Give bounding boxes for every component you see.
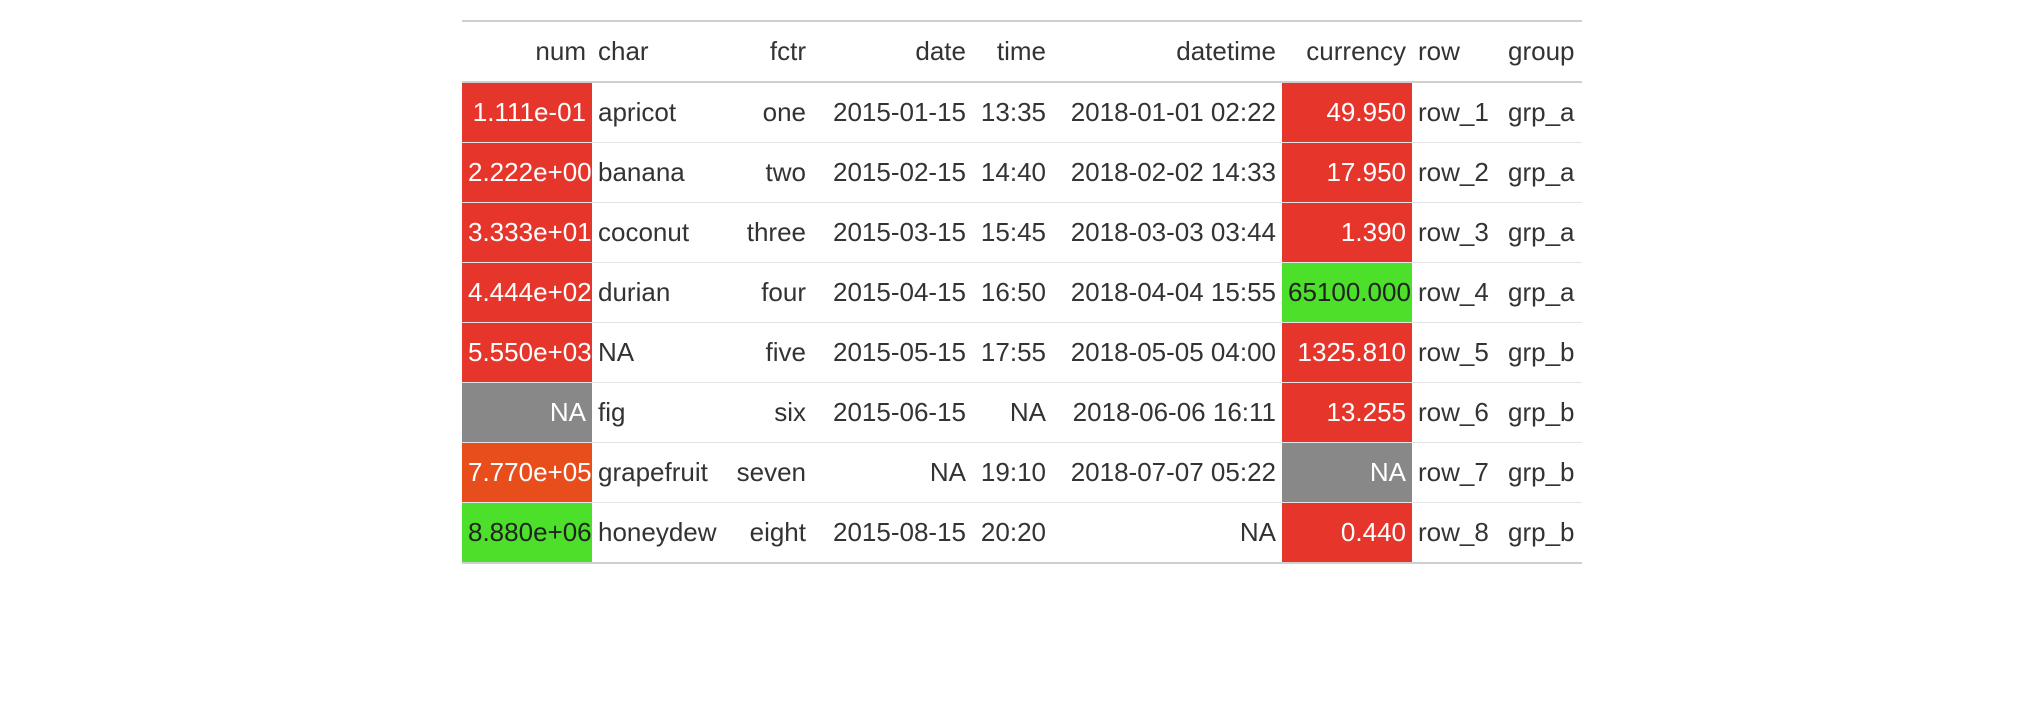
col-header-date: date xyxy=(812,21,972,82)
cell-group: grp_b xyxy=(1502,383,1582,443)
cell-row: row_7 xyxy=(1412,443,1502,503)
cell-datetime: 2018-02-02 14:33 xyxy=(1052,143,1282,203)
cell-datetime: 2018-03-03 03:44 xyxy=(1052,203,1282,263)
cell-row: row_5 xyxy=(1412,323,1502,383)
table-row: 4.444e+02durianfour2015-04-1516:502018-0… xyxy=(462,263,1582,323)
table-row: 7.770e+05grapefruitsevenNA19:102018-07-0… xyxy=(462,443,1582,503)
cell-date: 2015-03-15 xyxy=(812,203,972,263)
cell-datetime: 2018-01-01 02:22 xyxy=(1052,82,1282,143)
cell-char: fig xyxy=(592,383,722,443)
cell-fctr: six xyxy=(722,383,812,443)
table-body: 1.111e-01apricotone2015-01-1513:352018-0… xyxy=(462,82,1582,563)
cell-time: 19:10 xyxy=(972,443,1052,503)
cell-time: 17:55 xyxy=(972,323,1052,383)
cell-time: 15:45 xyxy=(972,203,1052,263)
cell-fctr: three xyxy=(722,203,812,263)
col-header-currency: currency xyxy=(1282,21,1412,82)
cell-date: 2015-02-15 xyxy=(812,143,972,203)
cell-char: honeydew xyxy=(592,503,722,564)
cell-group: grp_b xyxy=(1502,443,1582,503)
cell-row: row_1 xyxy=(1412,82,1502,143)
cell-char: durian xyxy=(592,263,722,323)
cell-char: banana xyxy=(592,143,722,203)
cell-currency: 13.255 xyxy=(1282,383,1412,443)
cell-row: row_2 xyxy=(1412,143,1502,203)
table-row: NAfigsix2015-06-15NA2018-06-06 16:1113.2… xyxy=(462,383,1582,443)
cell-char: NA xyxy=(592,323,722,383)
cell-currency: 49.950 xyxy=(1282,82,1412,143)
cell-num: 5.550e+03 xyxy=(462,323,592,383)
cell-num: 1.111e-01 xyxy=(462,82,592,143)
cell-fctr: two xyxy=(722,143,812,203)
table-row: 1.111e-01apricotone2015-01-1513:352018-0… xyxy=(462,82,1582,143)
cell-datetime: 2018-07-07 05:22 xyxy=(1052,443,1282,503)
cell-datetime: 2018-05-05 04:00 xyxy=(1052,323,1282,383)
cell-num: NA xyxy=(462,383,592,443)
cell-currency: 1.390 xyxy=(1282,203,1412,263)
cell-fctr: one xyxy=(722,82,812,143)
cell-time: 13:35 xyxy=(972,82,1052,143)
cell-row: row_6 xyxy=(1412,383,1502,443)
cell-date: NA xyxy=(812,443,972,503)
col-header-datetime: datetime xyxy=(1052,21,1282,82)
col-header-char: char xyxy=(592,21,722,82)
cell-group: grp_b xyxy=(1502,503,1582,564)
cell-fctr: seven xyxy=(722,443,812,503)
cell-date: 2015-01-15 xyxy=(812,82,972,143)
table-header-row: num char fctr date time datetime currenc… xyxy=(462,21,1582,82)
cell-group: grp_a xyxy=(1502,143,1582,203)
cell-currency: 17.950 xyxy=(1282,143,1412,203)
cell-time: NA xyxy=(972,383,1052,443)
cell-datetime: 2018-04-04 15:55 xyxy=(1052,263,1282,323)
cell-datetime: NA xyxy=(1052,503,1282,564)
col-header-time: time xyxy=(972,21,1052,82)
cell-date: 2015-08-15 xyxy=(812,503,972,564)
cell-num: 4.444e+02 xyxy=(462,263,592,323)
cell-char: grapefruit xyxy=(592,443,722,503)
cell-char: coconut xyxy=(592,203,722,263)
table-row: 3.333e+01coconutthree2015-03-1515:452018… xyxy=(462,203,1582,263)
col-header-fctr: fctr xyxy=(722,21,812,82)
col-header-row: row xyxy=(1412,21,1502,82)
cell-currency: 0.440 xyxy=(1282,503,1412,564)
cell-row: row_3 xyxy=(1412,203,1502,263)
cell-num: 2.222e+00 xyxy=(462,143,592,203)
cell-group: grp_a xyxy=(1502,82,1582,143)
cell-fctr: four xyxy=(722,263,812,323)
cell-date: 2015-05-15 xyxy=(812,323,972,383)
cell-row: row_4 xyxy=(1412,263,1502,323)
cell-datetime: 2018-06-06 16:11 xyxy=(1052,383,1282,443)
cell-num: 3.333e+01 xyxy=(462,203,592,263)
cell-time: 16:50 xyxy=(972,263,1052,323)
cell-time: 20:20 xyxy=(972,503,1052,564)
cell-row: row_8 xyxy=(1412,503,1502,564)
cell-fctr: eight xyxy=(722,503,812,564)
cell-currency: NA xyxy=(1282,443,1412,503)
col-header-num: num xyxy=(462,21,592,82)
data-table: num char fctr date time datetime currenc… xyxy=(462,20,1582,564)
cell-num: 7.770e+05 xyxy=(462,443,592,503)
cell-currency: 65100.000 xyxy=(1282,263,1412,323)
cell-date: 2015-06-15 xyxy=(812,383,972,443)
cell-date: 2015-04-15 xyxy=(812,263,972,323)
col-header-group: group xyxy=(1502,21,1582,82)
table-row: 8.880e+06honeydeweight2015-08-1520:20NA0… xyxy=(462,503,1582,564)
cell-fctr: five xyxy=(722,323,812,383)
cell-group: grp_a xyxy=(1502,263,1582,323)
table-row: 2.222e+00bananatwo2015-02-1514:402018-02… xyxy=(462,143,1582,203)
cell-time: 14:40 xyxy=(972,143,1052,203)
cell-char: apricot xyxy=(592,82,722,143)
cell-group: grp_a xyxy=(1502,203,1582,263)
cell-num: 8.880e+06 xyxy=(462,503,592,564)
table-row: 5.550e+03NAfive2015-05-1517:552018-05-05… xyxy=(462,323,1582,383)
cell-currency: 1325.810 xyxy=(1282,323,1412,383)
cell-group: grp_b xyxy=(1502,323,1582,383)
